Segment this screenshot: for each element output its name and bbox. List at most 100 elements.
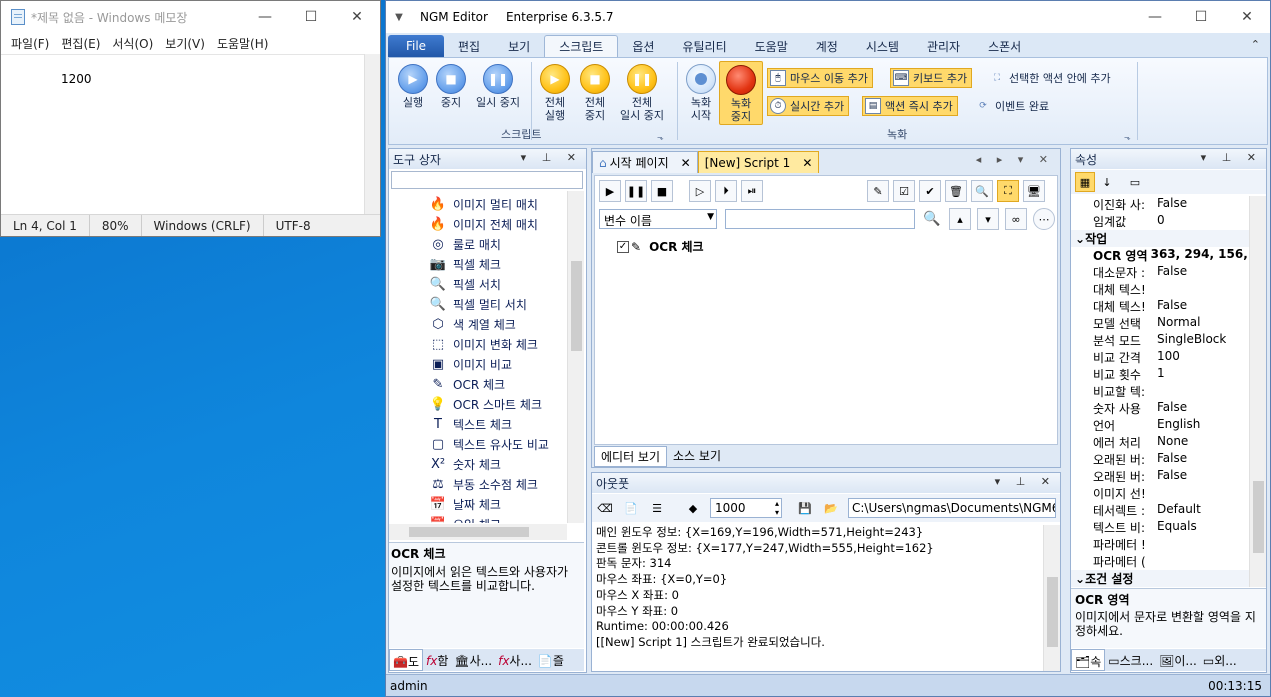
tree-view-icon[interactable]: ⛶ xyxy=(997,180,1019,202)
loop-icon[interactable]: ∞ xyxy=(1005,208,1027,230)
tab-sponsor[interactable]: 스폰서 xyxy=(974,35,1035,57)
tab-utility[interactable]: 유틸리티 xyxy=(668,35,740,57)
property-value[interactable]: Default xyxy=(1155,502,1201,519)
tab-new-script-1[interactable]: [New] Script 1 ✕ xyxy=(697,151,820,173)
add-mouse-move-button[interactable]: 🖱 마우스 이동 추가 xyxy=(767,68,873,88)
add-realtime-button[interactable]: ⏱ 실시간 추가 xyxy=(767,96,850,116)
toolbox-item[interactable]: 📅 날짜 체크 xyxy=(429,494,501,514)
close-icon[interactable]: ✕ xyxy=(334,1,380,33)
run-from-icon[interactable]: ⏵ xyxy=(715,180,737,202)
menu-view[interactable]: 보기(V) xyxy=(159,35,211,52)
arrow-up-icon[interactable]: ▴ xyxy=(949,208,971,230)
property-row[interactable]: 테서렉트 : Default xyxy=(1071,502,1249,519)
property-value[interactable]: 100 xyxy=(1155,349,1180,366)
property-section[interactable]: ⌄ 작업 xyxy=(1071,230,1249,247)
property-pages-icon[interactable]: ▭ xyxy=(1125,172,1145,192)
toolbox-item[interactable]: 💡 OCR 스마트 체크 xyxy=(429,394,542,414)
minimize-icon[interactable]: — xyxy=(242,1,288,33)
output-scrollbar[interactable] xyxy=(1043,525,1060,671)
toolbox-scrollbar[interactable] xyxy=(567,191,584,523)
property-value[interactable] xyxy=(1155,485,1157,502)
scroll-thumb[interactable] xyxy=(1047,577,1058,647)
group-dialog-launcher-icon[interactable]: ⬎ xyxy=(1124,133,1131,142)
editor-tab-nav-icon[interactable]: ◂ ▸ ▾ ✕ xyxy=(976,153,1054,166)
close-tab-icon[interactable]: ✕ xyxy=(802,156,812,170)
toolbox-item[interactable]: ⚖ 부동 소수점 체크 xyxy=(429,474,538,494)
tab-user[interactable]: 🏛사... xyxy=(451,649,495,671)
minimize-icon[interactable]: — xyxy=(1132,1,1178,33)
play-icon[interactable]: ▶ xyxy=(599,180,621,202)
panel-controls-icon[interactable]: ▾ ⊥ ✕ xyxy=(1201,151,1262,164)
tab-user-functions[interactable]: fx사... xyxy=(495,649,535,671)
property-value[interactable]: False xyxy=(1155,264,1187,281)
pause-button[interactable]: ❚❚ 일시 중지 xyxy=(469,64,527,109)
more-icon[interactable]: ⋯ xyxy=(1033,208,1055,230)
property-value[interactable]: Equals xyxy=(1155,519,1197,536)
property-row[interactable]: 에러 처리 None xyxy=(1071,434,1249,451)
search-icon[interactable]: 🔍 xyxy=(971,180,993,202)
stop-button[interactable]: ■ 중지 xyxy=(429,64,473,109)
stop-all-button[interactable]: ■ 전체 중지 xyxy=(573,64,617,122)
property-row[interactable]: 오래된 버: False xyxy=(1071,451,1249,468)
add-inside-selected-button[interactable]: ⛶ 선택한 액션 안에 추가 xyxy=(987,68,1115,88)
menu-file[interactable]: 파일(F) xyxy=(5,35,55,52)
property-value[interactable]: SingleBlock xyxy=(1155,332,1226,349)
tab-images[interactable]: 🖼이... xyxy=(1156,649,1200,671)
property-value[interactable] xyxy=(1155,281,1157,298)
toolbox-item[interactable]: 📅 요일 체크 xyxy=(429,514,501,524)
property-row[interactable]: 파라메터 ! xyxy=(1071,536,1249,553)
tab-view[interactable]: 보기 xyxy=(494,35,544,57)
run-all-button[interactable]: ▶ 전체 실행 xyxy=(533,64,577,122)
tab-account[interactable]: 계정 xyxy=(802,35,852,57)
search-icon[interactable]: 🔍 xyxy=(921,208,943,230)
tab-script-list[interactable]: ▭스크... xyxy=(1105,649,1156,671)
toolbox-item[interactable]: ⬡ 색 계열 체크 xyxy=(429,314,516,334)
pause-icon[interactable]: ❚❚ xyxy=(625,180,647,202)
menu-help[interactable]: 도움말(H) xyxy=(211,35,275,52)
hscroll-thumb[interactable] xyxy=(409,527,529,537)
property-value[interactable] xyxy=(1155,553,1157,570)
tab-system[interactable]: 시스템 xyxy=(852,35,913,57)
tab-external[interactable]: ▭외... xyxy=(1200,649,1240,671)
collapse-icon[interactable]: ⌄ xyxy=(1075,572,1085,586)
menu-format[interactable]: 서식(O) xyxy=(106,35,159,52)
run-selected-icon[interactable]: ⏯ xyxy=(741,180,763,202)
checkbox-icon[interactable]: ✓ xyxy=(617,240,629,253)
toolbox-item[interactable]: ▣ 이미지 비교 xyxy=(429,354,512,374)
tab-editor-view[interactable]: 에디터 보기 xyxy=(594,446,668,467)
property-row[interactable]: 임계값 0 xyxy=(1071,213,1249,230)
tab-admin[interactable]: 관리자 xyxy=(913,35,974,57)
document-icon[interactable]: 📄 xyxy=(620,497,642,519)
property-value[interactable]: Normal xyxy=(1155,315,1200,332)
maximize-icon[interactable]: ☐ xyxy=(1178,1,1224,33)
monitor-icon[interactable]: 🖥 xyxy=(1023,180,1045,202)
toolbox-item[interactable]: 🔍 픽셀 멀티 서치 xyxy=(429,294,527,314)
toolbox-item[interactable]: 📷 픽셀 체크 xyxy=(429,254,501,274)
property-row[interactable]: 대체 텍스! xyxy=(1071,281,1249,298)
variable-search-input[interactable] xyxy=(725,209,915,229)
record-start-button[interactable]: 녹화 시작 xyxy=(679,64,723,122)
output-path-input[interactable]: C:\Users\ngmas\Documents\NGM6\ xyxy=(848,498,1056,518)
add-keyboard-button[interactable]: ⌨ 키보드 추가 xyxy=(890,68,973,88)
property-row[interactable]: 모델 선택 Normal xyxy=(1071,315,1249,332)
tab-start-page[interactable]: ⌂ 시작 페이지 ✕ xyxy=(592,151,698,173)
folder-icon[interactable]: 📂 xyxy=(820,497,842,519)
tab-favorites[interactable]: 📄즐 xyxy=(535,649,567,671)
property-row[interactable]: 오래된 버: False xyxy=(1071,468,1249,485)
group-dialog-launcher-icon[interactable]: ⬎ xyxy=(657,133,664,142)
menu-edit[interactable]: 편집(E) xyxy=(55,35,106,52)
save-icon[interactable]: 💾 xyxy=(794,497,816,519)
toolbox-item[interactable]: X² 숫자 체크 xyxy=(429,454,501,474)
scroll-thumb[interactable] xyxy=(571,261,582,351)
toolbox-search-input[interactable] xyxy=(391,171,583,189)
toolbox-item[interactable]: 🔥 이미지 멀티 매치 xyxy=(429,194,538,214)
property-row[interactable]: 언어 English xyxy=(1071,417,1249,434)
tab-properties[interactable]: 🗂속 xyxy=(1071,649,1106,671)
sort-az-icon[interactable]: ↓ xyxy=(1097,172,1117,192)
notepad-text-area[interactable]: 1200 xyxy=(1,54,366,214)
property-row[interactable]: 이미지 선! xyxy=(1071,485,1249,502)
property-value[interactable]: None xyxy=(1155,434,1188,451)
property-row[interactable]: 비교 횟수 1 xyxy=(1071,366,1249,383)
tab-functions[interactable]: fx함 xyxy=(423,649,451,671)
event-complete-button[interactable]: ⟳ 이벤트 완료 xyxy=(973,96,1053,116)
